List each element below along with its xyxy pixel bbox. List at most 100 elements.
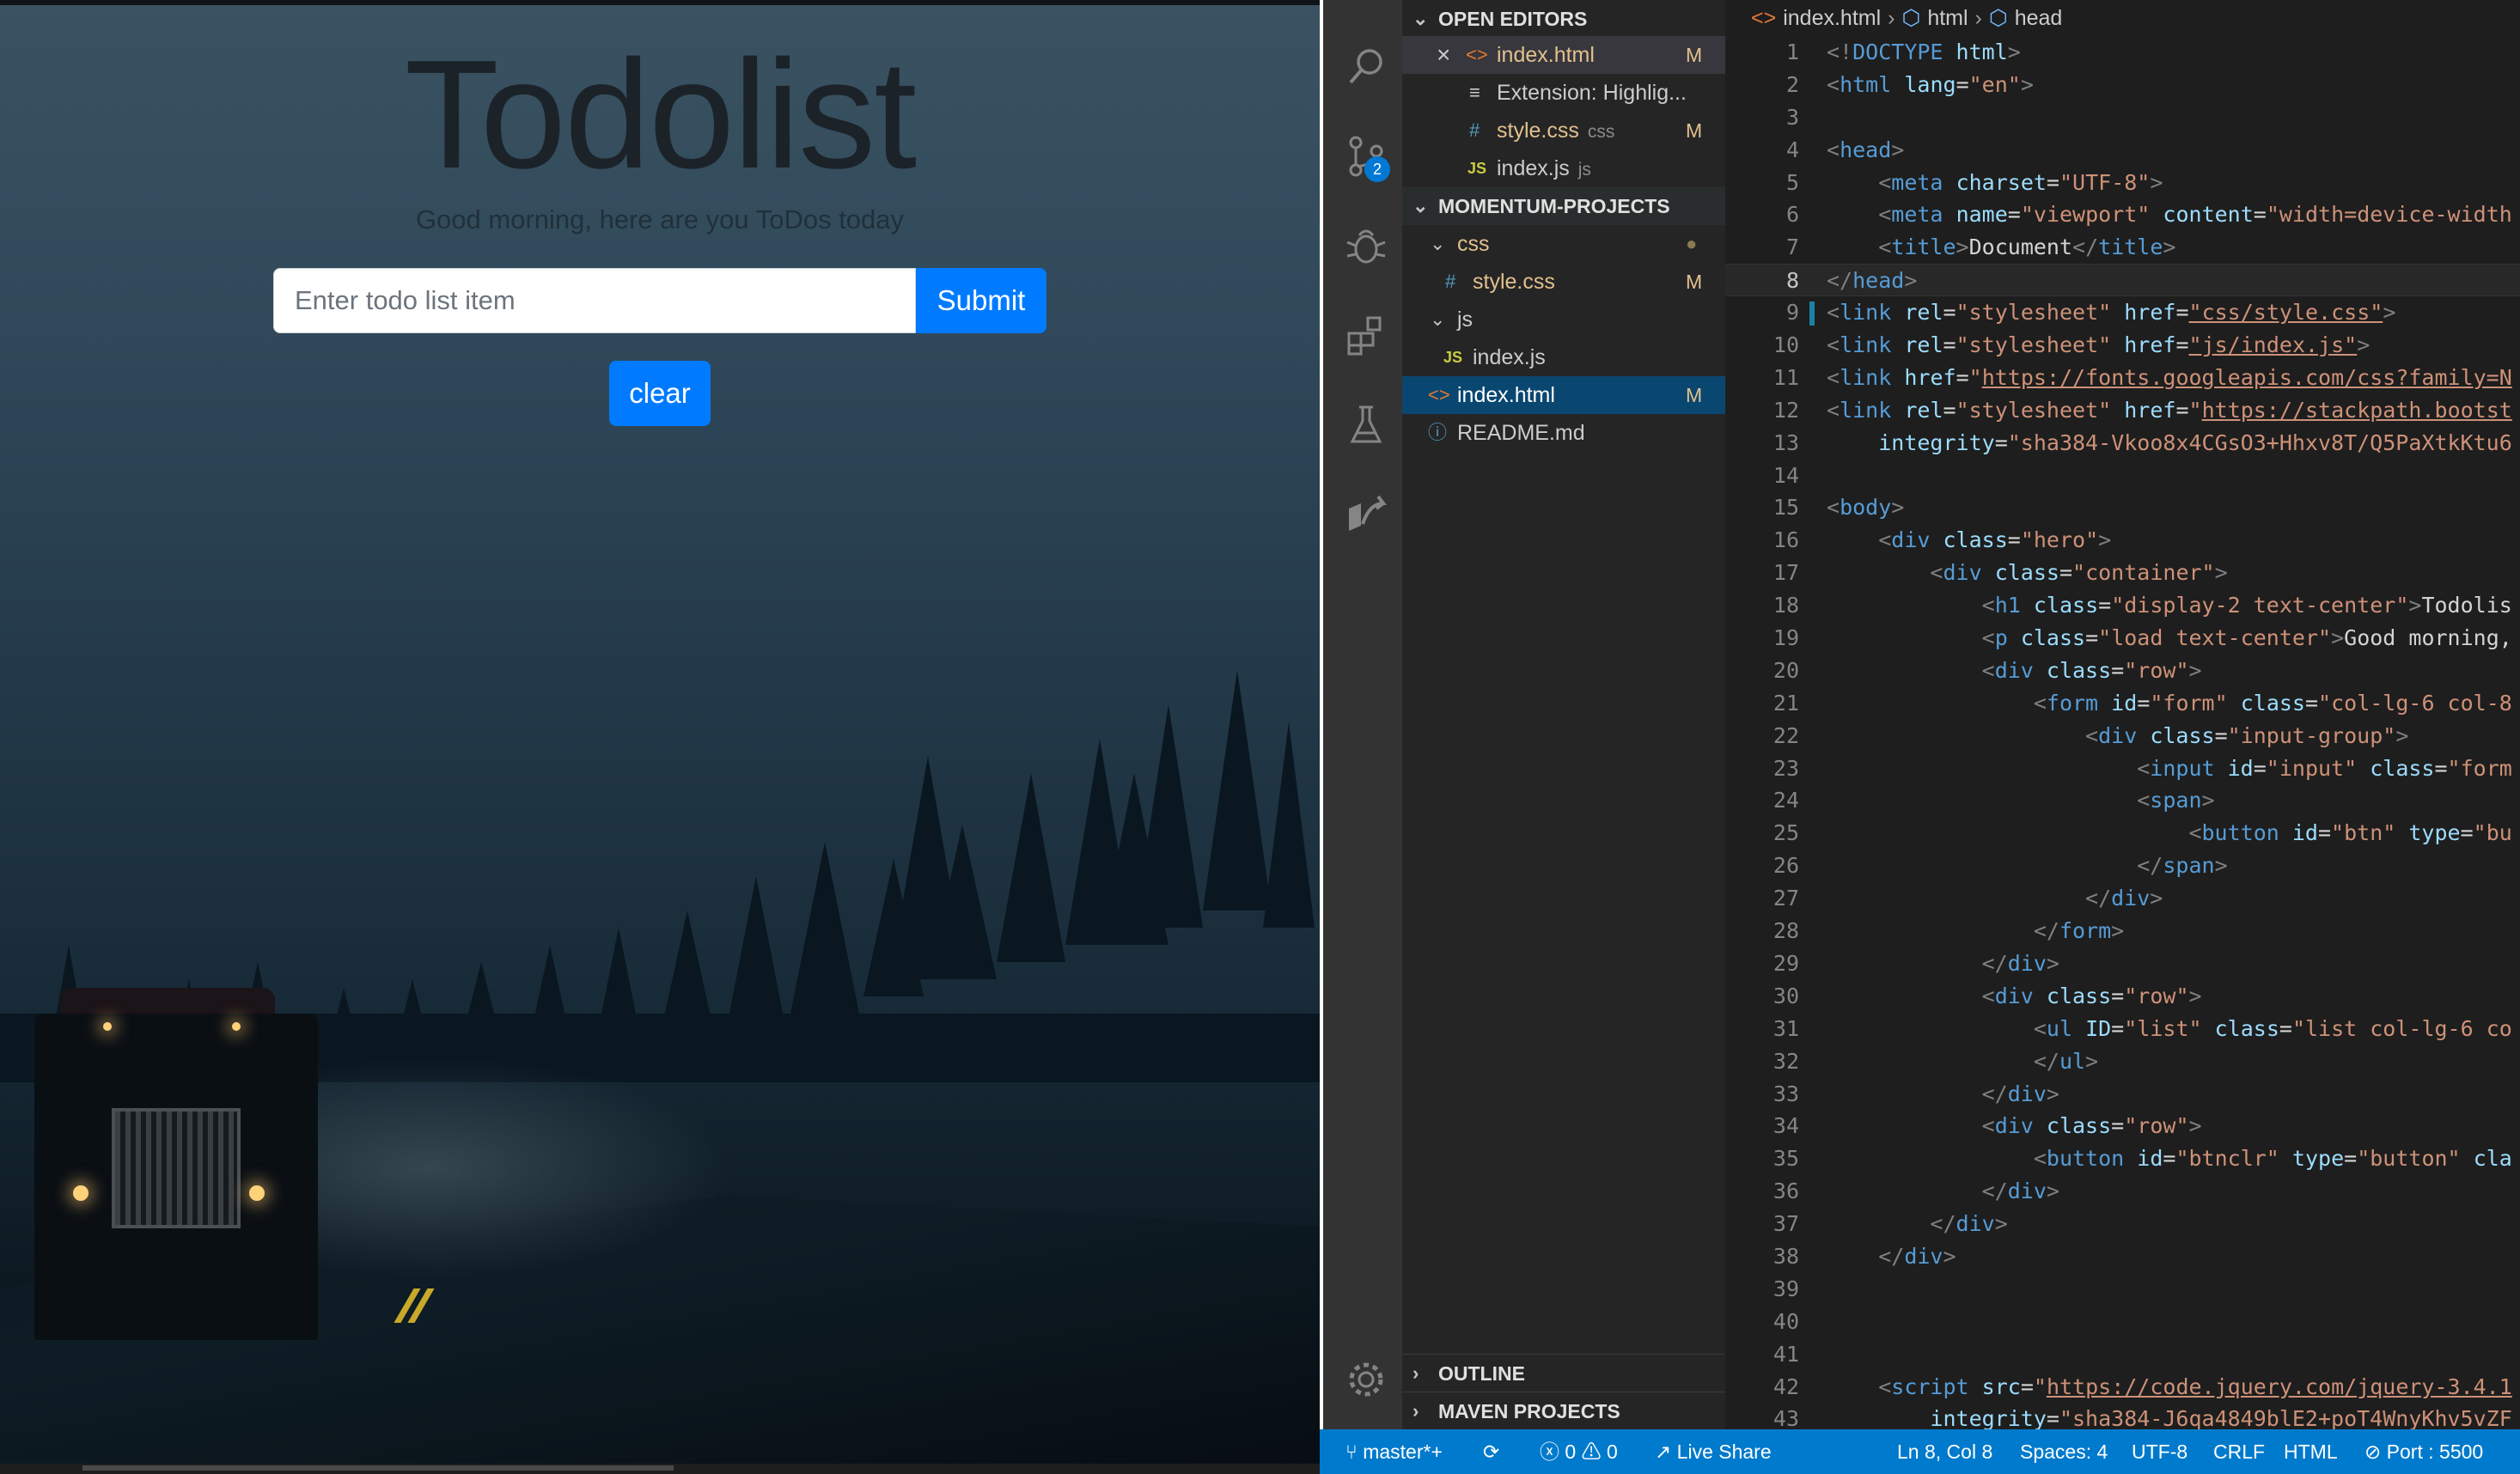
settings-gear-icon[interactable] <box>1344 1357 1388 1402</box>
code-line[interactable]: 4 <head> <box>1725 134 2520 167</box>
code-line[interactable]: 9 <link rel="stylesheet" href="css/style.… <box>1725 296 2520 329</box>
code-line[interactable]: 16 <div class="hero"> <box>1725 524 2520 557</box>
todo-input[interactable] <box>273 268 916 333</box>
code-line[interactable]: 22 <div class="input-group"> <box>1725 720 2520 752</box>
scrollbar-thumb[interactable] <box>82 1465 674 1471</box>
code-line[interactable]: 3 <box>1725 101 2520 134</box>
code-line[interactable]: 15 <body> <box>1725 491 2520 524</box>
code-line[interactable]: 34 <div class="row"> <box>1725 1110 2520 1142</box>
code-line[interactable]: 37 </div> <box>1725 1208 2520 1240</box>
source-control-badge: 2 <box>1364 156 1390 182</box>
open-editor-style-css[interactable]: # style.css css M <box>1402 112 1725 149</box>
css-file-icon: # <box>1469 119 1480 141</box>
modified-line-marker <box>1809 302 1815 326</box>
code-line[interactable]: 27 </div> <box>1725 882 2520 915</box>
debug-icon[interactable] <box>1344 223 1388 268</box>
file-readme-md[interactable]: ⓘ README.md <box>1402 414 1725 452</box>
code-line[interactable]: 43 integrity="sha384-J6qa4849blE2+poT4Wn… <box>1725 1403 2520 1429</box>
code-line[interactable]: 17 <div class="container"> <box>1725 557 2520 589</box>
code-line[interactable]: 41 <box>1725 1338 2520 1371</box>
code-text: <meta name="viewport" content="width=dev… <box>1878 202 2512 228</box>
code-text: <head> <box>1827 137 1905 162</box>
file-index-js[interactable]: JS index.js <box>1402 338 1725 376</box>
open-editor-index-html[interactable]: × <> index.html M <box>1402 36 1725 74</box>
code-line[interactable]: 40 <box>1725 1306 2520 1338</box>
line-number: 35 <box>1773 1146 1799 1172</box>
submit-button[interactable]: Submit <box>916 268 1046 333</box>
code-line[interactable]: 42 <script src="https://code.jquery.com/… <box>1725 1371 2520 1404</box>
folder-css[interactable]: ⌄ css ● <box>1402 225 1725 263</box>
code-line[interactable]: 32 </ul> <box>1725 1045 2520 1078</box>
code-line[interactable]: 6 <meta name="viewport" content="width=d… <box>1725 198 2520 231</box>
code-line[interactable]: 1 <!DOCTYPE html> <box>1725 36 2520 69</box>
code-line[interactable]: 21 <form id="form" class="col-lg-6 col-8 <box>1725 687 2520 720</box>
status-bar: ⑂ master*+ ⟳ ⓧ 0 ⚠ 0 ↗ Live Share Ln 8, … <box>1320 1429 2520 1474</box>
close-icon[interactable]: × <box>1437 36 1450 74</box>
code-line[interactable]: 23 <input id="input" class="form <box>1725 752 2520 785</box>
code-line[interactable]: 36 </div> <box>1725 1175 2520 1208</box>
problems-status[interactable]: ⓧ 0 ⚠ 0 <box>1540 1429 1618 1474</box>
code-line[interactable]: 14 <box>1725 460 2520 492</box>
code-line[interactable]: 33 </div> <box>1725 1078 2520 1111</box>
project-header[interactable]: ⌄ MOMENTUM-PROJECTS <box>1402 187 1725 225</box>
code-line[interactable]: 39 <box>1725 1273 2520 1306</box>
code-lines[interactable]: 1 <!DOCTYPE html> 2 <html lang="en"> 3 4 <head… <box>1725 36 2520 1429</box>
open-editors-header[interactable]: ⌄ OPEN EDITORS <box>1402 0 1725 38</box>
code-line[interactable]: 10 <link rel="stylesheet" href="js/index.… <box>1725 329 2520 362</box>
code-line[interactable]: 11 <link href="https://fonts.googleapis.c… <box>1725 362 2520 394</box>
cursor-position[interactable]: Ln 8, Col 8 <box>1897 1429 1992 1474</box>
open-editor-index-js[interactable]: JS index.js js <box>1402 149 1725 187</box>
code-line[interactable]: 25 <button id="btn" type="bu <box>1725 817 2520 850</box>
file-name: Extension: Highlig... <box>1497 81 1687 105</box>
line-number: 28 <box>1773 918 1799 944</box>
html-file-icon: <> <box>1466 44 1488 65</box>
file-style-css[interactable]: # style.css M <box>1402 263 1725 301</box>
indentation[interactable]: Spaces: 4 <box>2020 1429 2108 1474</box>
line-ending[interactable]: CRLF <box>2213 1429 2265 1474</box>
live-server-port[interactable]: ⊘ Port : 5500 <box>2364 1429 2483 1474</box>
open-editor-extension[interactable]: ≡ Extension: Highlig... <box>1402 74 1725 112</box>
breadcrumb-item[interactable]: html <box>1927 6 1968 30</box>
code-line[interactable]: 31 <ul ID="list" class="list col-lg-6 co <box>1725 1013 2520 1045</box>
code-line[interactable]: 38 </div> <box>1725 1240 2520 1273</box>
code-line[interactable]: 12 <link rel="stylesheet" href="https://s… <box>1725 394 2520 427</box>
outline-header[interactable]: › OUTLINE <box>1402 1354 1725 1392</box>
code-line[interactable]: 2 <html lang="en"> <box>1725 69 2520 101</box>
code-line[interactable]: 7 <title>Document</title> <box>1725 231 2520 264</box>
code-line[interactable]: 5 <meta charset="UTF-8"> <box>1725 167 2520 199</box>
code-line[interactable]: 24 <span> <box>1725 784 2520 817</box>
line-number: 14 <box>1773 462 1799 488</box>
code-line[interactable]: 20 <div class="row"> <box>1725 655 2520 687</box>
extensions-icon[interactable] <box>1344 313 1388 357</box>
live-share-status[interactable]: ↗ Live Share <box>1655 1429 1772 1474</box>
code-line[interactable]: 35 <button id="btnclr" type="button" cla <box>1725 1142 2520 1175</box>
code-text: <body> <box>1827 495 1905 521</box>
code-line[interactable]: 19 <p class="load text-center">Good morn… <box>1725 622 2520 655</box>
sync-icon[interactable]: ⟳ <box>1483 1429 1499 1474</box>
code-line[interactable]: 30 <div class="row"> <box>1725 980 2520 1013</box>
js-file-icon: JS <box>1467 160 1487 177</box>
branch-status[interactable]: ⑂ master*+ <box>1345 1429 1443 1474</box>
folder-js[interactable]: ⌄ js <box>1402 301 1725 338</box>
code-line[interactable]: 8 </head> <box>1725 264 2520 297</box>
code-text: <html lang="en"> <box>1827 71 2034 97</box>
line-number: 11 <box>1773 364 1799 390</box>
maven-header[interactable]: › MAVEN PROJECTS <box>1402 1392 1725 1429</box>
code-line[interactable]: 13 integrity="sha384-Vkoo8x4CGsO3+Hhxv8T… <box>1725 427 2520 460</box>
horizontal-scrollbar[interactable] <box>0 1464 1320 1474</box>
clear-button[interactable]: clear <box>609 361 711 426</box>
search-icon[interactable] <box>1344 45 1388 89</box>
code-line[interactable]: 26 </span> <box>1725 850 2520 882</box>
testing-icon[interactable] <box>1344 402 1388 447</box>
code-line[interactable]: 29 </div> <box>1725 947 2520 980</box>
file-name: style.css <box>1473 270 1555 294</box>
file-index-html[interactable]: <> index.html M <box>1402 376 1725 414</box>
breadcrumb-item[interactable]: head <box>2015 6 2063 30</box>
encoding[interactable]: UTF-8 <box>2132 1429 2187 1474</box>
code-line[interactable]: 18 <h1 class="display-2 text-center">Tod… <box>1725 589 2520 622</box>
live-share-icon[interactable] <box>1344 491 1388 536</box>
code-line[interactable]: 28 </form> <box>1725 915 2520 947</box>
language-mode[interactable]: HTML <box>2284 1429 2338 1474</box>
code-editor[interactable]: <> index.html › ⬡ html › ⬡ head 1 <!DOCTYPE html… <box>1725 0 2520 1429</box>
breadcrumb-item[interactable]: index.html <box>1783 6 1881 30</box>
